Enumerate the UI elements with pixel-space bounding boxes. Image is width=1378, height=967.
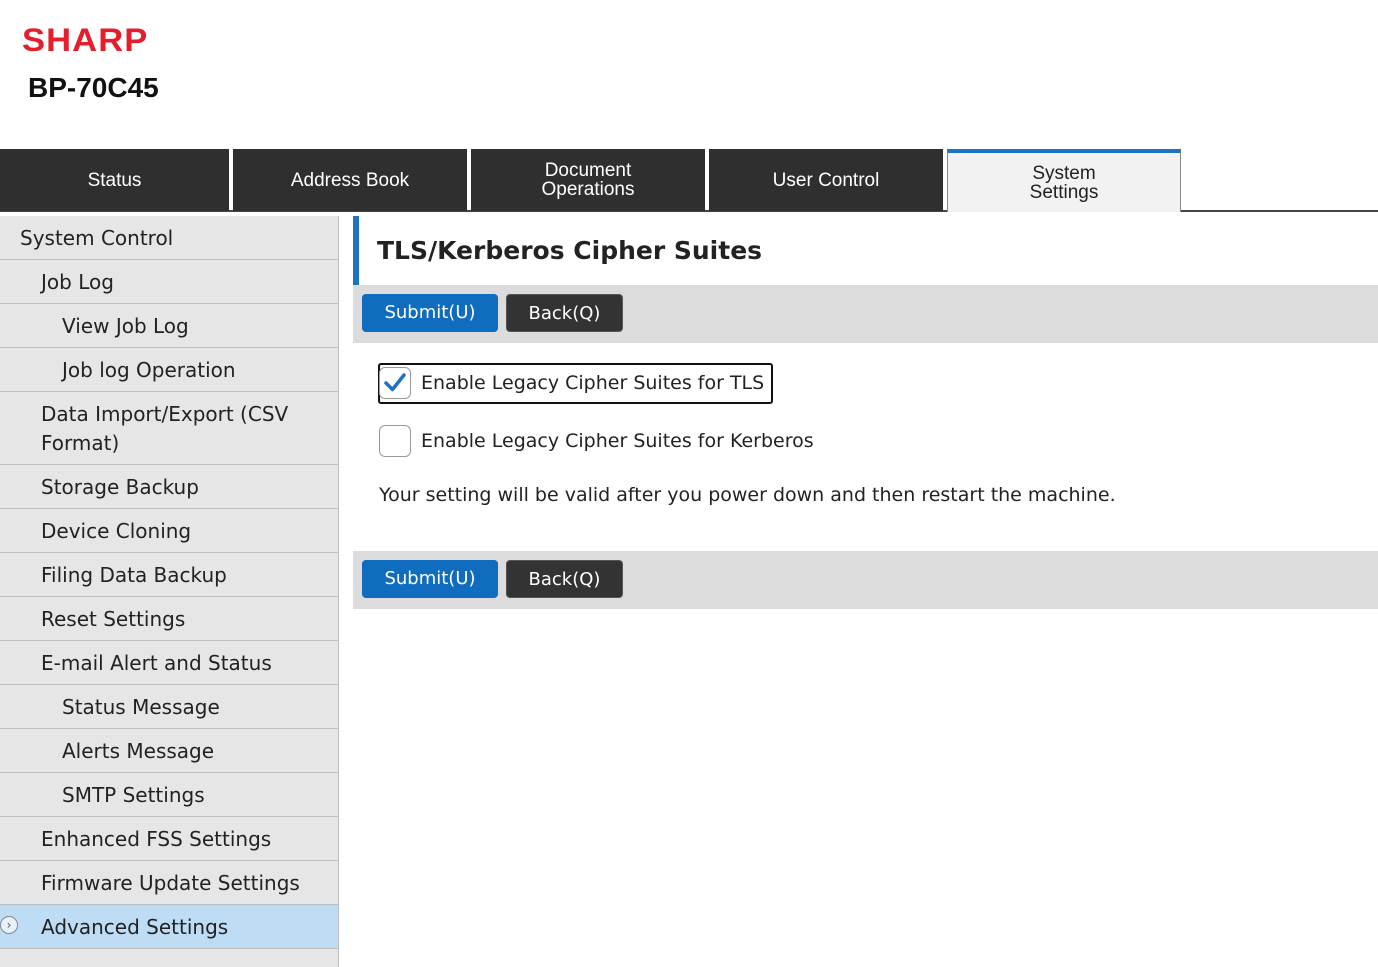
sidebar-item-device-cloning[interactable]: Device Cloning bbox=[0, 509, 338, 553]
sidebar-item-firmware-update-settings[interactable]: Firmware Update Settings bbox=[0, 861, 338, 905]
tab-address-book[interactable]: Address Book bbox=[233, 149, 467, 211]
sidebar-item-smtp-settings[interactable]: SMTP Settings bbox=[0, 773, 338, 817]
sidebar-item-data-import-export[interactable]: Data Import/Export (CSV Format) bbox=[0, 392, 338, 465]
sidebar-item-job-log[interactable]: Job Log bbox=[0, 260, 338, 304]
kerberos-checkbox-label: Enable Legacy Cipher Suites for Kerberos bbox=[421, 430, 814, 452]
page-title: TLS/Kerberos Cipher Suites bbox=[377, 236, 763, 265]
sidebar-item-enhanced-fss-settings[interactable]: Enhanced FSS Settings bbox=[0, 817, 338, 861]
sidebar-item-email-alert-status[interactable]: E-mail Alert and Status bbox=[0, 641, 338, 685]
tab-status[interactable]: Status bbox=[0, 149, 229, 211]
chevron-right-circle-icon: › bbox=[0, 916, 18, 934]
header bbox=[0, 0, 1378, 148]
restart-note: Your setting will be valid after you pow… bbox=[379, 484, 1116, 506]
sidebar-item-alerts-message[interactable]: Alerts Message bbox=[0, 729, 338, 773]
sidebar-item-system-control[interactable]: System Control bbox=[0, 216, 338, 260]
tab-system-settings[interactable]: System Settings bbox=[947, 149, 1181, 212]
tls-checkbox[interactable] bbox=[379, 367, 411, 399]
tab-user-control[interactable]: User Control bbox=[709, 149, 943, 211]
sidebar-item-status-message[interactable]: Status Message bbox=[0, 685, 338, 729]
submit-button-bottom[interactable]: Submit(U) bbox=[362, 560, 498, 598]
kerberos-checkbox[interactable] bbox=[379, 425, 411, 457]
back-button-top[interactable]: Back(Q) bbox=[506, 294, 623, 332]
sidebar: System Control Job Log View Job Log Job … bbox=[0, 216, 339, 967]
brand-logo: SHARP bbox=[22, 22, 149, 58]
submit-button-top[interactable]: Submit(U) bbox=[362, 294, 498, 332]
bottom-button-bar: Submit(U) Back(Q) bbox=[353, 551, 1378, 609]
sidebar-item-filing-data-backup[interactable]: Filing Data Backup bbox=[0, 553, 338, 597]
model-name: BP-70C45 bbox=[28, 72, 159, 103]
sidebar-item-reset-settings[interactable]: Reset Settings bbox=[0, 597, 338, 641]
top-button-bar: Submit(U) Back(Q) bbox=[353, 285, 1378, 343]
tab-document-operations[interactable]: Document Operations bbox=[471, 149, 705, 211]
option-legacy-tls[interactable]: Enable Legacy Cipher Suites for TLS bbox=[379, 365, 764, 401]
sidebar-item-job-log-operation[interactable]: Job log Operation bbox=[0, 348, 338, 392]
sidebar-item-view-job-log[interactable]: View Job Log bbox=[0, 304, 338, 348]
option-legacy-kerberos[interactable]: Enable Legacy Cipher Suites for Kerberos bbox=[379, 423, 814, 459]
back-button-bottom[interactable]: Back(Q) bbox=[506, 560, 623, 598]
sidebar-item-storage-backup[interactable]: Storage Backup bbox=[0, 465, 338, 509]
tls-checkbox-label: Enable Legacy Cipher Suites for TLS bbox=[421, 372, 765, 394]
sidebar-item-advanced-settings[interactable]: › Advanced Settings bbox=[0, 905, 338, 949]
checkmark-icon bbox=[384, 373, 406, 392]
title-accent-bar bbox=[353, 216, 359, 285]
